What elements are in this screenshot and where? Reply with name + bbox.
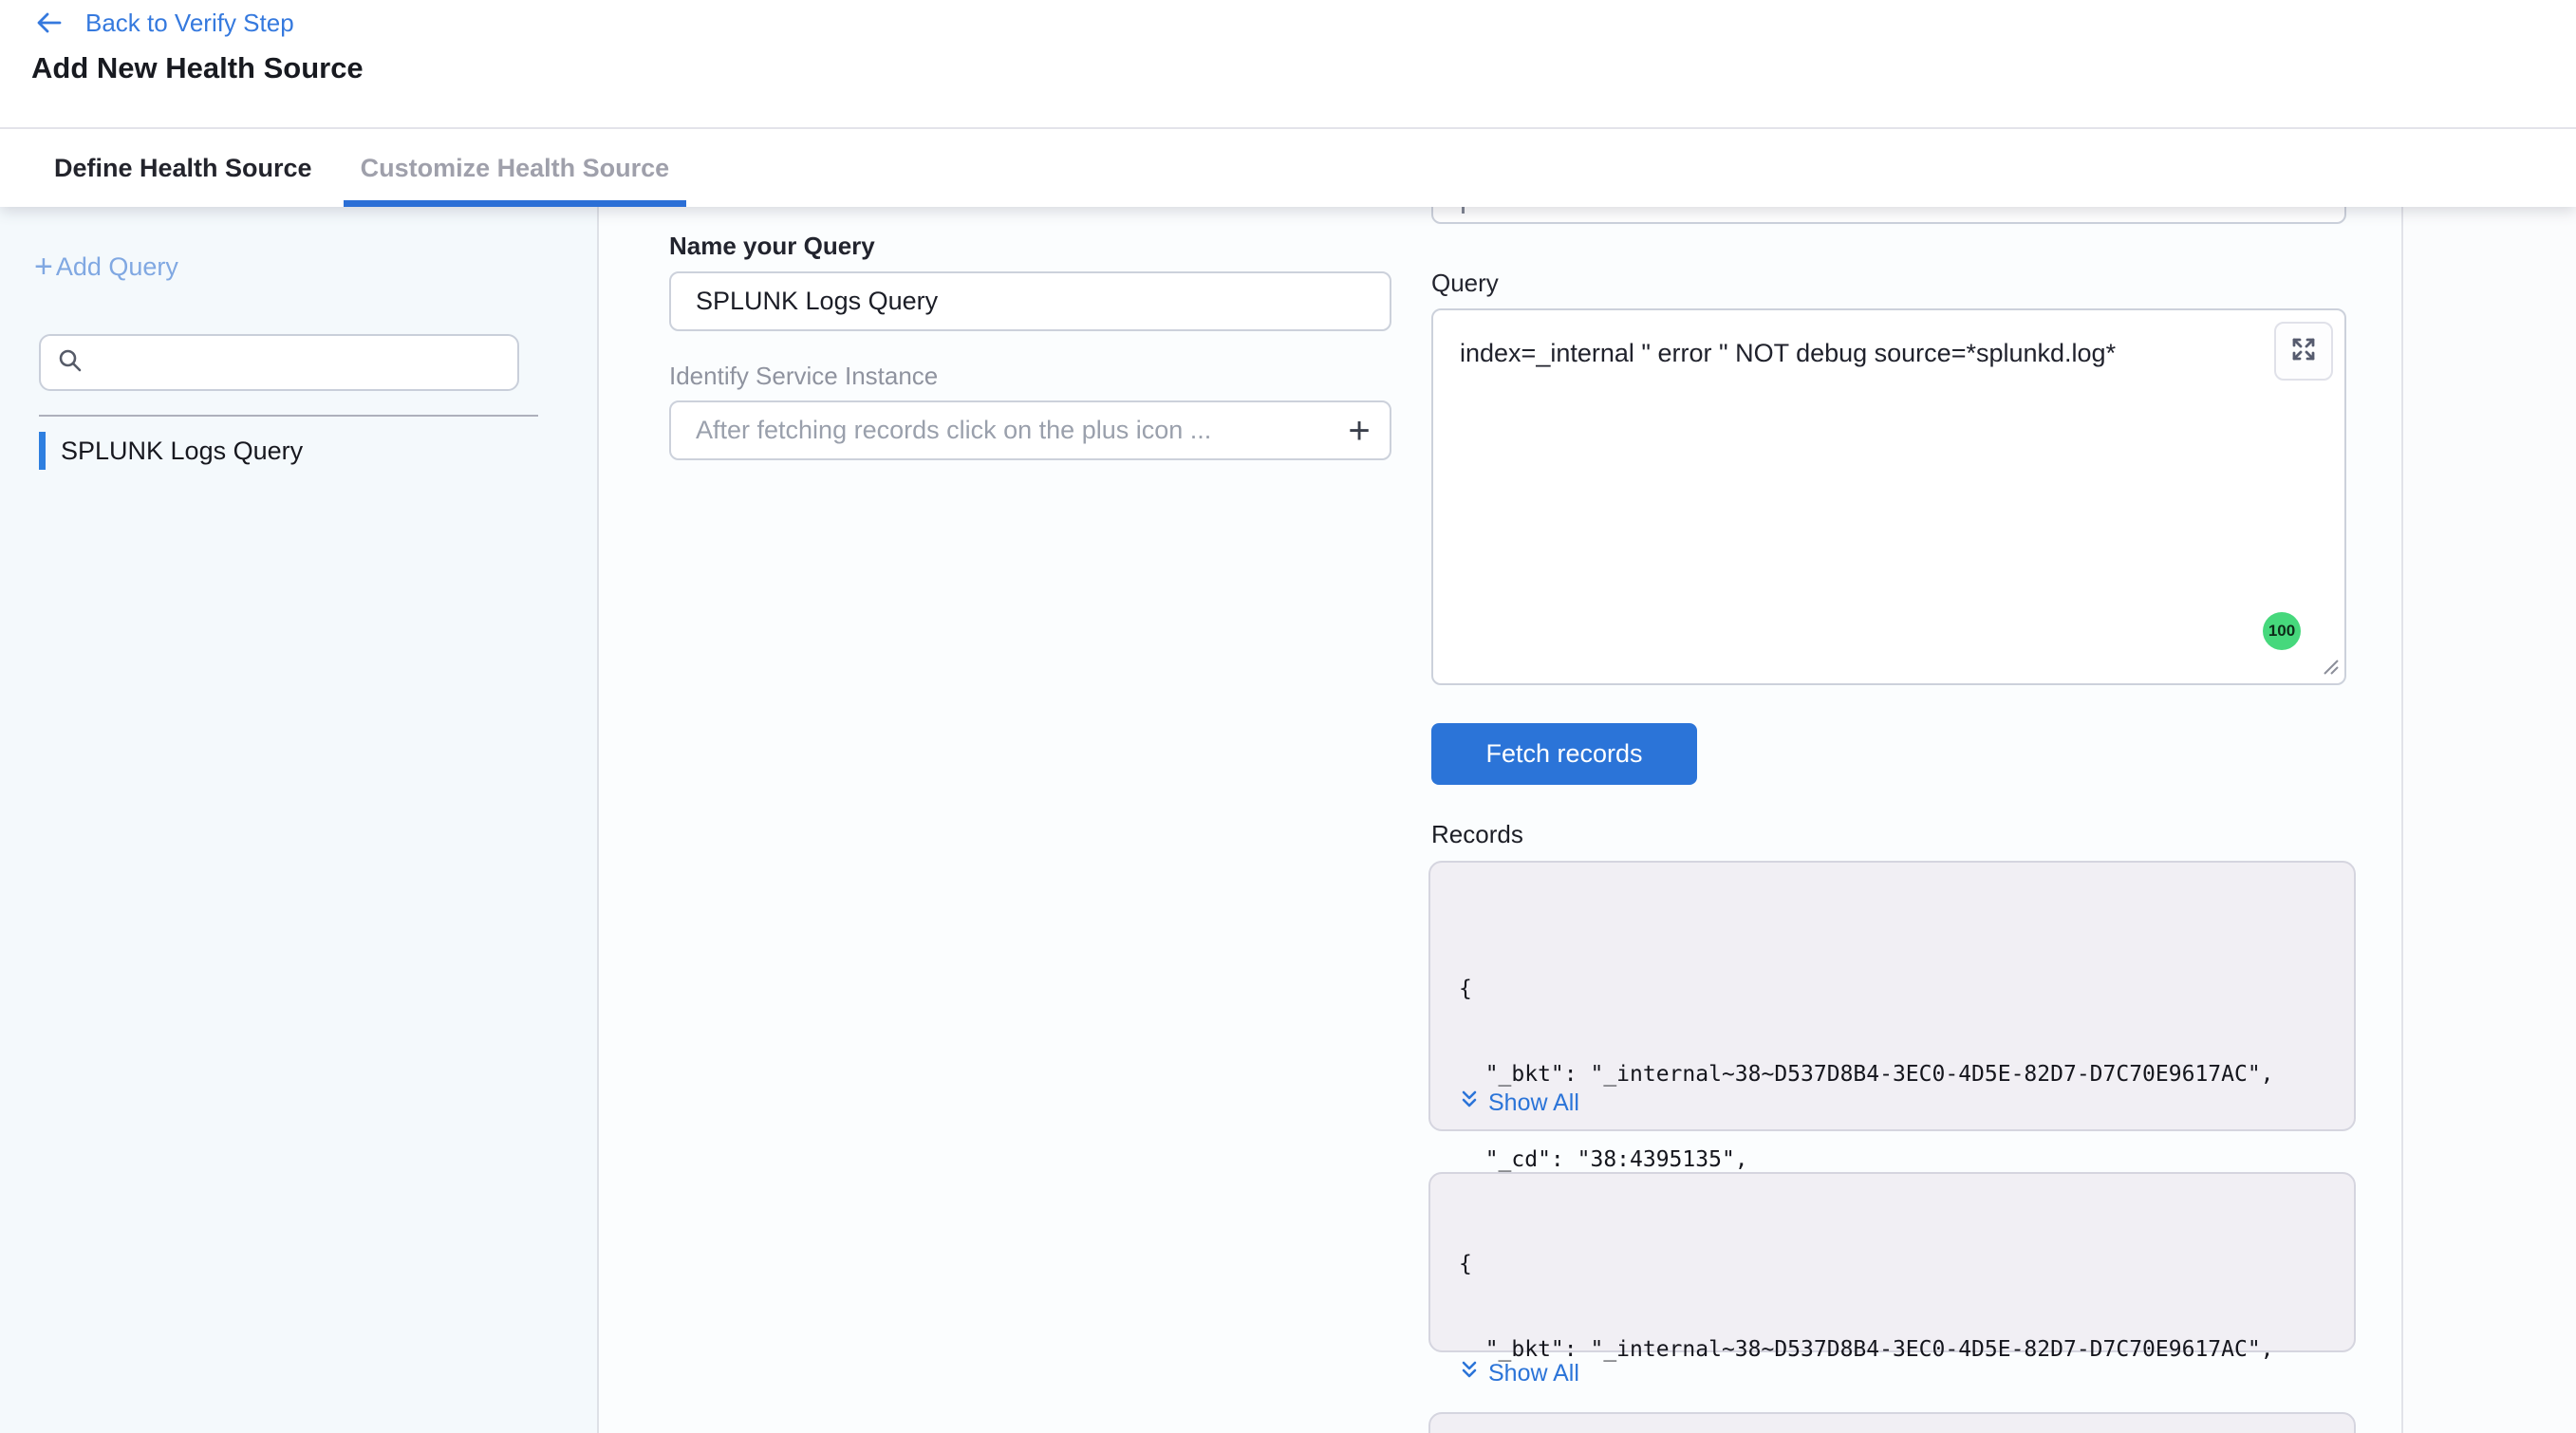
record-json-line: "_cd": "38:4395135", bbox=[1459, 1145, 2274, 1174]
clipped-input-above[interactable] bbox=[1431, 207, 2346, 224]
plus-icon: + bbox=[34, 254, 53, 280]
back-link-label: Back to Verify Step bbox=[85, 9, 294, 38]
fetch-records-button[interactable]: Fetch records bbox=[1431, 723, 1697, 785]
sidebar-item-splunk-logs-query[interactable]: SPLUNK Logs Query bbox=[39, 432, 303, 470]
query-name-input[interactable] bbox=[669, 271, 1391, 331]
tab-define-health-source[interactable]: Define Health Source bbox=[37, 129, 329, 207]
main-content: + Add Query SPLUNK Logs Query Name your … bbox=[0, 207, 2576, 1433]
tab-customize-health-source[interactable]: Customize Health Source bbox=[344, 129, 687, 207]
service-instance-input[interactable] bbox=[669, 400, 1391, 460]
record-card-partial bbox=[1428, 1412, 2356, 1433]
search-input[interactable] bbox=[96, 347, 517, 379]
record-json-line: "_bkt": "_internal~38~D537D8B4-3EC0-4D5E… bbox=[1459, 1335, 2274, 1364]
query-search-box bbox=[39, 334, 519, 391]
add-query-button[interactable]: + Add Query bbox=[34, 252, 178, 282]
right-panel-strip bbox=[2401, 207, 2576, 1433]
query-textarea[interactable]: index=_internal " error " NOT debug sour… bbox=[1433, 310, 2344, 683]
record-json-line: { bbox=[1459, 975, 2274, 1003]
record-json-line: "_bkt": "_internal~38~D537D8B4-3EC0-4D5E… bbox=[1459, 1060, 2274, 1089]
record-json-line: { bbox=[1459, 1250, 2274, 1278]
record-json: { "_bkt": "_internal~38~D537D8B4-3EC0-4D… bbox=[1459, 1193, 2274, 1433]
identify-service-instance-label: Identify Service Instance bbox=[669, 362, 938, 391]
expand-icon bbox=[2288, 334, 2319, 369]
search-icon bbox=[56, 346, 84, 380]
double-chevron-down-icon bbox=[1459, 1089, 1480, 1118]
show-all-label: Show All bbox=[1488, 1360, 1579, 1387]
query-label: Query bbox=[1431, 269, 1499, 298]
query-sidebar: + Add Query SPLUNK Logs Query bbox=[0, 207, 599, 1433]
record-card: { "_bkt": "_internal~38~D537D8B4-3EC0-4D… bbox=[1428, 1172, 2356, 1352]
tab-bar: Define Health Source Customize Health So… bbox=[0, 127, 2576, 207]
double-chevron-down-icon bbox=[1459, 1359, 1480, 1388]
add-service-instance-plus-icon[interactable]: + bbox=[1336, 410, 1382, 452]
tab-customize-label: Customize Health Source bbox=[361, 154, 670, 183]
sidebar-divider bbox=[39, 415, 538, 417]
resize-handle[interactable] bbox=[2321, 657, 2340, 680]
records-label: Records bbox=[1431, 820, 1523, 849]
active-tab-indicator bbox=[344, 200, 687, 207]
record-count-badge: 100 bbox=[2263, 612, 2301, 650]
name-query-label: Name your Query bbox=[669, 232, 875, 261]
show-all-label: Show All bbox=[1488, 1089, 1579, 1117]
add-query-label: Add Query bbox=[56, 252, 178, 282]
expand-query-button[interactable] bbox=[2274, 322, 2333, 381]
clipped-text-remnant bbox=[1462, 207, 1465, 214]
show-all-link[interactable]: Show All bbox=[1459, 1359, 1579, 1388]
query-editor: index=_internal " error " NOT debug sour… bbox=[1431, 308, 2346, 685]
back-arrow-icon bbox=[34, 8, 65, 38]
page-header: Back to Verify Step Add New Health Sourc… bbox=[0, 0, 2576, 127]
tab-define-label: Define Health Source bbox=[54, 154, 312, 183]
record-card: { "_bkt": "_internal~38~D537D8B4-3EC0-4D… bbox=[1428, 861, 2356, 1131]
back-to-verify-link[interactable]: Back to Verify Step bbox=[34, 8, 294, 38]
query-item-label: SPLUNK Logs Query bbox=[61, 437, 303, 466]
selected-indicator-bar bbox=[39, 432, 46, 470]
show-all-link[interactable]: Show All bbox=[1459, 1089, 1579, 1118]
page-title: Add New Health Source bbox=[31, 51, 364, 85]
